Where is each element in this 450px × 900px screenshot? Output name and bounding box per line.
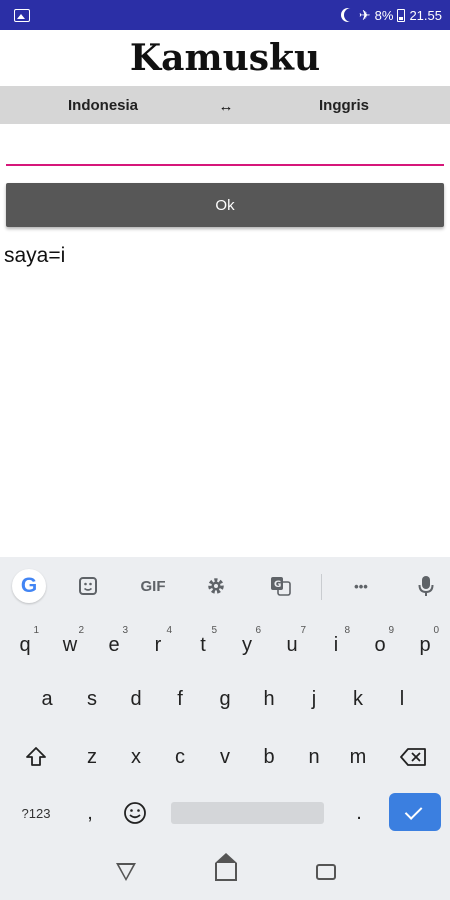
translate-icon[interactable]: G [265, 570, 297, 602]
toolbar-separator [321, 574, 322, 600]
key-hint: 9 [388, 625, 394, 636]
key-o[interactable]: o9 [360, 623, 400, 667]
status-bar: ✈ 8% 21.55 [0, 0, 450, 30]
key-label: t [200, 633, 206, 656]
key-x[interactable]: x [116, 735, 156, 779]
word-input[interactable] [6, 138, 444, 166]
key-c[interactable]: c [160, 735, 200, 779]
key-i[interactable]: i8 [316, 623, 356, 667]
key-q[interactable]: q1 [5, 623, 45, 667]
enter-key[interactable] [389, 793, 441, 831]
recent-apps-icon[interactable] [311, 859, 341, 885]
settings-gear-icon[interactable] [200, 570, 232, 602]
key-hint: 3 [122, 625, 128, 636]
key-hint: 0 [433, 625, 439, 636]
shift-key[interactable] [14, 735, 58, 779]
key-n[interactable]: n [294, 735, 334, 779]
app-title: Kamusku [129, 37, 321, 79]
key-v[interactable]: v [205, 735, 245, 779]
key-s[interactable]: s [72, 677, 112, 721]
key-label: o [374, 633, 386, 656]
home-icon[interactable] [211, 853, 241, 885]
key-label: r [154, 633, 162, 656]
target-language[interactable]: Inggris [319, 86, 369, 124]
key-hint: 7 [300, 625, 306, 636]
key-label: y [242, 633, 252, 656]
key-hint: 1 [33, 625, 39, 636]
language-bar: Indonesia ↔ Inggris [0, 86, 450, 124]
key-hint: 6 [255, 625, 261, 636]
smiley-icon [124, 802, 146, 824]
key-hint: 2 [78, 625, 84, 636]
clock: 21.55 [409, 7, 442, 23]
key-label: w [62, 633, 78, 656]
sticker-icon[interactable] [72, 570, 104, 602]
key-hint: 4 [166, 625, 172, 636]
key-g[interactable]: g [205, 677, 245, 721]
key-d[interactable]: d [116, 677, 156, 721]
key-hint: 8 [344, 625, 350, 636]
key-label: i [333, 633, 339, 656]
key-f[interactable]: f [160, 677, 200, 721]
airplane-icon: ✈ [358, 6, 371, 23]
soft-keyboard: G GIF G ••• q1 w2 e3 r4 t5 y6 u7 i8 o9 p… [0, 557, 450, 900]
key-w[interactable]: w2 [50, 623, 90, 667]
backspace-icon [400, 748, 426, 766]
key-label: p [419, 633, 431, 656]
battery-percent: 8% [374, 7, 394, 23]
google-g-icon[interactable]: G [12, 569, 46, 603]
translation-result: saya=i [4, 244, 66, 267]
source-language[interactable]: Indonesia [68, 86, 138, 124]
key-b[interactable]: b [249, 735, 289, 779]
microphone-icon[interactable] [410, 570, 442, 602]
key-z[interactable]: z [72, 735, 112, 779]
symbols-key[interactable]: ?123 [12, 791, 60, 835]
key-k[interactable]: k [338, 677, 378, 721]
status-right: ✈ 8% 21.55 [341, 0, 442, 30]
comma-key[interactable]: , [70, 791, 110, 835]
more-options-icon[interactable]: ••• [345, 570, 377, 602]
svg-text:G: G [274, 580, 281, 590]
shift-arrow-icon [26, 747, 46, 766]
key-t[interactable]: t5 [183, 623, 223, 667]
moon-icon [344, 8, 358, 22]
gif-button[interactable]: GIF [136, 570, 170, 602]
space-bar[interactable] [171, 802, 324, 824]
period-key[interactable]: . [339, 791, 379, 835]
key-r[interactable]: r4 [138, 623, 178, 667]
key-p[interactable]: p0 [405, 623, 445, 667]
key-e[interactable]: e3 [94, 623, 134, 667]
gallery-notification-icon [14, 9, 30, 22]
screen: ✈ 8% 21.55 Kamusku Indonesia ↔ Inggris O… [0, 0, 450, 900]
key-u[interactable]: u7 [272, 623, 312, 667]
key-h[interactable]: h [249, 677, 289, 721]
key-l[interactable]: l [382, 677, 422, 721]
navigation-bar [0, 847, 450, 900]
key-hint: 5 [211, 625, 217, 636]
emoji-key[interactable] [115, 791, 155, 835]
key-y[interactable]: y6 [227, 623, 267, 667]
key-j[interactable]: j [294, 677, 334, 721]
key-m[interactable]: m [338, 735, 378, 779]
swap-languages-button[interactable]: ↔ [215, 94, 237, 118]
key-label: u [286, 633, 298, 656]
back-triangle-icon[interactable] [111, 859, 141, 885]
backspace-key[interactable] [391, 735, 435, 779]
key-a[interactable]: a [27, 677, 67, 721]
key-label: e [108, 633, 120, 656]
keyboard-toolbar: G GIF G ••• [0, 557, 450, 615]
checkmark-icon [404, 801, 423, 820]
key-label: q [19, 633, 31, 656]
ok-button[interactable]: Ok [6, 183, 444, 227]
battery-icon [397, 8, 406, 22]
